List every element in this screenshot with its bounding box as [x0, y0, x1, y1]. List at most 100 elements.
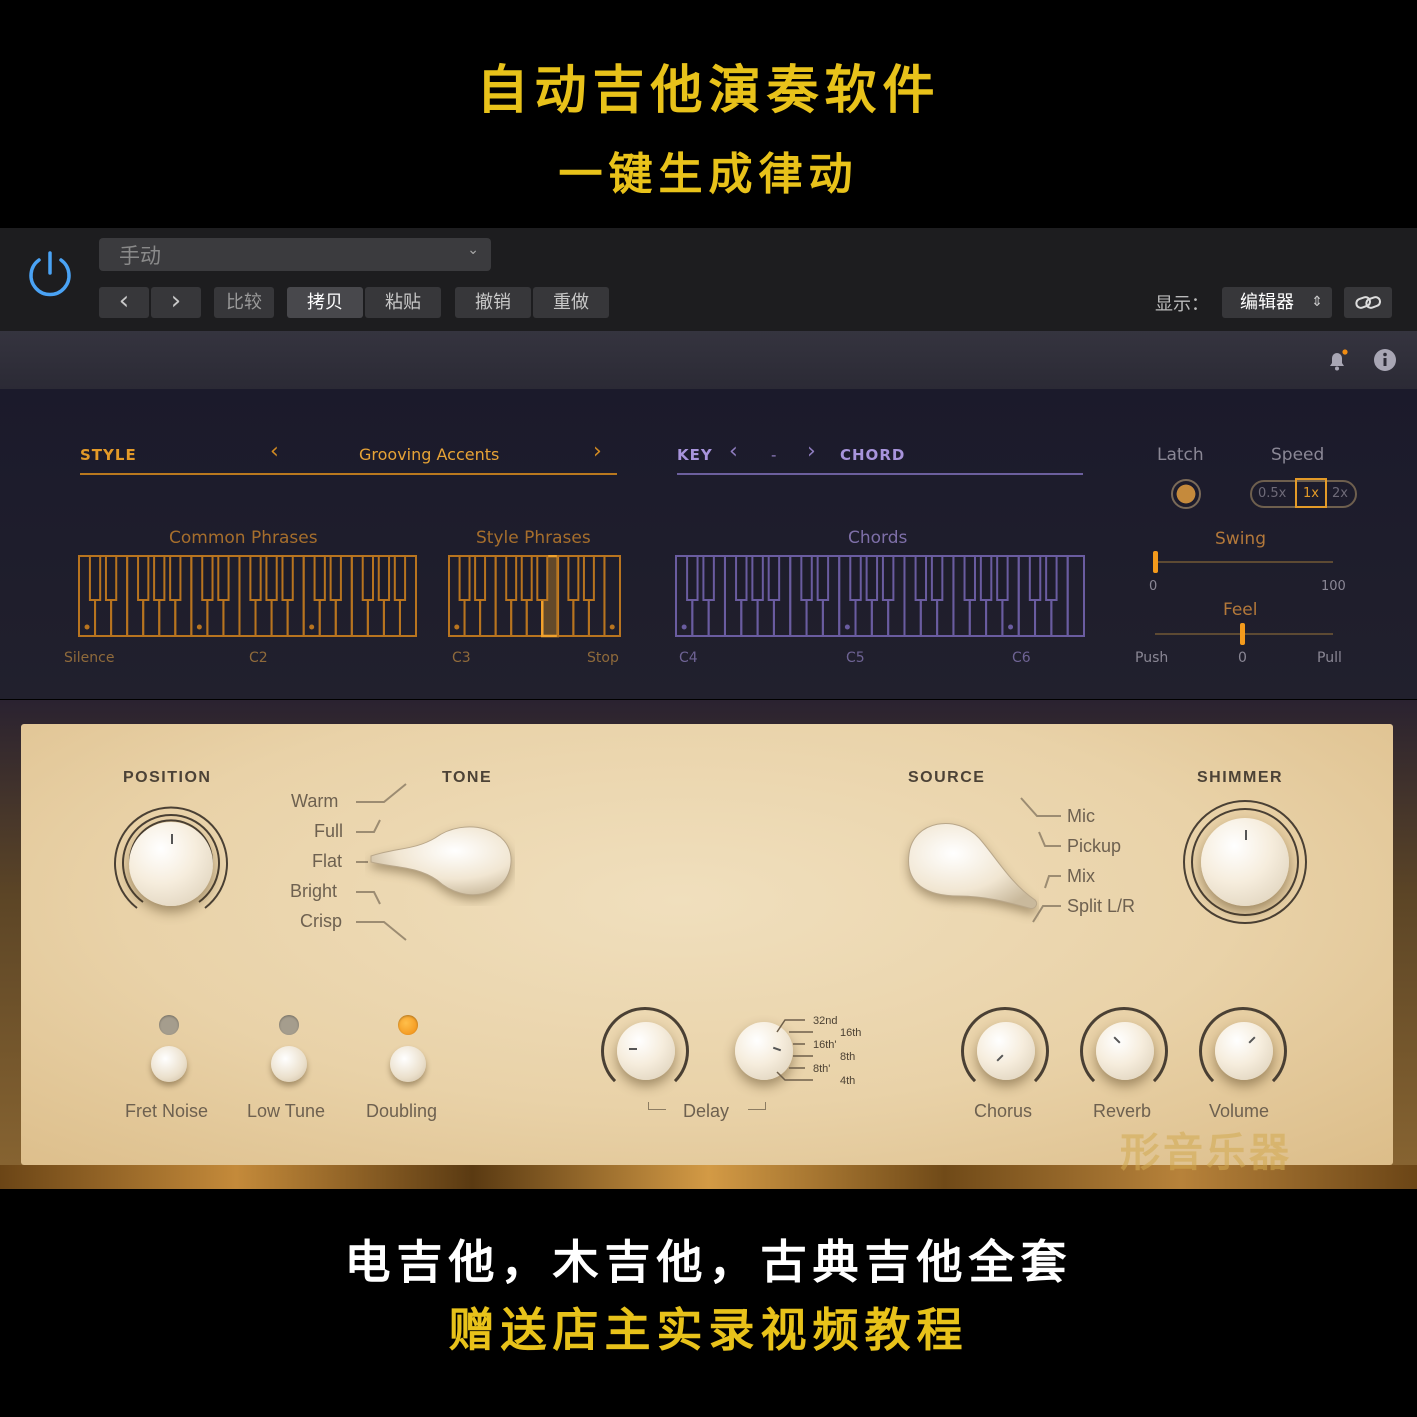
tone-option-bright[interactable]: Bright: [290, 881, 337, 902]
black-key[interactable]: [217, 555, 230, 601]
delay-division-16th[interactable]: 16th: [840, 1027, 861, 1039]
tone-label: TONE: [442, 769, 493, 786]
chorus-knob[interactable]: [977, 1022, 1035, 1080]
power-icon[interactable]: [22, 246, 78, 302]
style-prev-button[interactable]: ‹: [270, 439, 279, 464]
link-button[interactable]: [1344, 287, 1392, 318]
black-key[interactable]: [865, 555, 879, 601]
latch-button[interactable]: [1171, 479, 1201, 509]
copy-button[interactable]: 拷贝: [287, 287, 363, 318]
black-key[interactable]: [104, 555, 118, 601]
delay-division-4th[interactable]: 4th: [840, 1075, 855, 1087]
white-key[interactable]: [1066, 555, 1085, 637]
feel-handle[interactable]: [1240, 623, 1245, 645]
black-key[interactable]: [1028, 555, 1042, 601]
info-icon[interactable]: [1372, 347, 1398, 373]
shimmer-label: SHIMMER: [1197, 769, 1284, 786]
black-key[interactable]: [169, 555, 182, 601]
redo-button[interactable]: 重做: [533, 287, 609, 318]
shimmer-knob[interactable]: [1201, 818, 1289, 906]
black-key[interactable]: [265, 555, 278, 601]
black-key[interactable]: [1045, 555, 1058, 601]
source-option-pickup[interactable]: Pickup: [1067, 836, 1121, 857]
black-key[interactable]: [505, 555, 518, 601]
style-next-button[interactable]: ›: [593, 439, 602, 464]
black-key[interactable]: [88, 555, 102, 601]
tone-option-full[interactable]: Full: [314, 821, 343, 842]
black-key[interactable]: [474, 555, 487, 601]
speed-option-2x[interactable]: 2x: [1332, 486, 1348, 501]
reverb-knob[interactable]: [1096, 1022, 1154, 1080]
black-key[interactable]: [767, 555, 781, 601]
low-tune-button[interactable]: [271, 1046, 307, 1082]
swing-handle[interactable]: [1153, 551, 1158, 573]
black-key[interactable]: [281, 555, 294, 601]
style-phrases-keyboard[interactable]: [448, 555, 621, 639]
black-key[interactable]: [313, 555, 326, 601]
black-key[interactable]: [329, 555, 342, 601]
compare-button[interactable]: 比较: [214, 287, 274, 318]
black-key[interactable]: [751, 555, 764, 601]
black-key[interactable]: [996, 555, 1009, 601]
black-key[interactable]: [979, 555, 993, 601]
next-preset-button[interactable]: ›: [151, 287, 201, 318]
delay-division-8th-dotted[interactable]: 8th': [813, 1063, 830, 1075]
preset-select[interactable]: 手动 ⌄: [99, 238, 491, 271]
view-select[interactable]: 编辑器 ⇕: [1222, 287, 1332, 318]
delay-division-8th[interactable]: 8th: [840, 1051, 855, 1063]
black-key[interactable]: [137, 555, 150, 601]
source-selector-knob[interactable]: [899, 814, 1039, 924]
black-key[interactable]: [536, 555, 549, 601]
prev-preset-button[interactable]: ‹: [99, 287, 149, 318]
common-phrases-keyboard[interactable]: [78, 555, 417, 639]
undo-button[interactable]: 撤销: [455, 287, 531, 318]
source-option-split-lr[interactable]: Split L/R: [1067, 896, 1135, 917]
tone-selector-knob[interactable]: [365, 816, 515, 906]
position-knob[interactable]: [129, 822, 213, 906]
black-key[interactable]: [361, 555, 374, 601]
delay-division-32nd[interactable]: 32nd: [813, 1015, 837, 1027]
view-select-value: 编辑器: [1240, 292, 1294, 313]
black-key[interactable]: [153, 555, 166, 601]
delay-bracket-right: [748, 1102, 766, 1110]
black-key[interactable]: [582, 555, 595, 601]
black-key[interactable]: [201, 555, 214, 601]
tone-option-crisp[interactable]: Crisp: [300, 911, 342, 932]
black-key[interactable]: [914, 555, 928, 601]
fret-noise-button[interactable]: [151, 1046, 187, 1082]
black-key[interactable]: [458, 555, 471, 601]
doubling-button[interactable]: [390, 1046, 426, 1082]
black-key[interactable]: [567, 555, 580, 601]
volume-knob[interactable]: [1215, 1022, 1273, 1080]
common-phrases-label: Common Phrases: [169, 528, 318, 548]
black-key[interactable]: [520, 555, 533, 601]
black-key[interactable]: [800, 555, 813, 601]
black-key[interactable]: [393, 555, 407, 601]
black-key[interactable]: [963, 555, 976, 601]
delay-division-16th-dotted[interactable]: 16th': [813, 1039, 837, 1051]
speed-option-0.5x[interactable]: 0.5x: [1258, 486, 1286, 501]
black-key[interactable]: [249, 555, 262, 601]
key-next-button[interactable]: ›: [807, 439, 816, 464]
source-option-mic[interactable]: Mic: [1067, 806, 1095, 827]
black-key[interactable]: [735, 555, 748, 601]
white-key[interactable]: [603, 555, 621, 637]
octave-marker: [309, 624, 315, 630]
key-prev-button[interactable]: ‹: [729, 439, 738, 464]
source-option-mix[interactable]: Mix: [1067, 866, 1095, 887]
paste-button[interactable]: 粘贴: [365, 287, 441, 318]
black-key[interactable]: [881, 555, 895, 601]
speed-option-1x[interactable]: 1x: [1303, 486, 1319, 501]
tone-option-flat[interactable]: Flat: [312, 851, 342, 872]
black-key[interactable]: [686, 555, 699, 601]
bell-icon[interactable]: [1324, 347, 1350, 373]
black-key[interactable]: [377, 555, 391, 601]
chords-keyboard[interactable]: [675, 555, 1085, 639]
black-key[interactable]: [849, 555, 862, 601]
black-key[interactable]: [930, 555, 944, 601]
swing-slider[interactable]: [1155, 561, 1333, 563]
delay-mix-knob[interactable]: [617, 1022, 675, 1080]
black-key[interactable]: [816, 555, 830, 601]
tone-option-warm[interactable]: Warm: [291, 791, 338, 812]
black-key[interactable]: [702, 555, 715, 601]
